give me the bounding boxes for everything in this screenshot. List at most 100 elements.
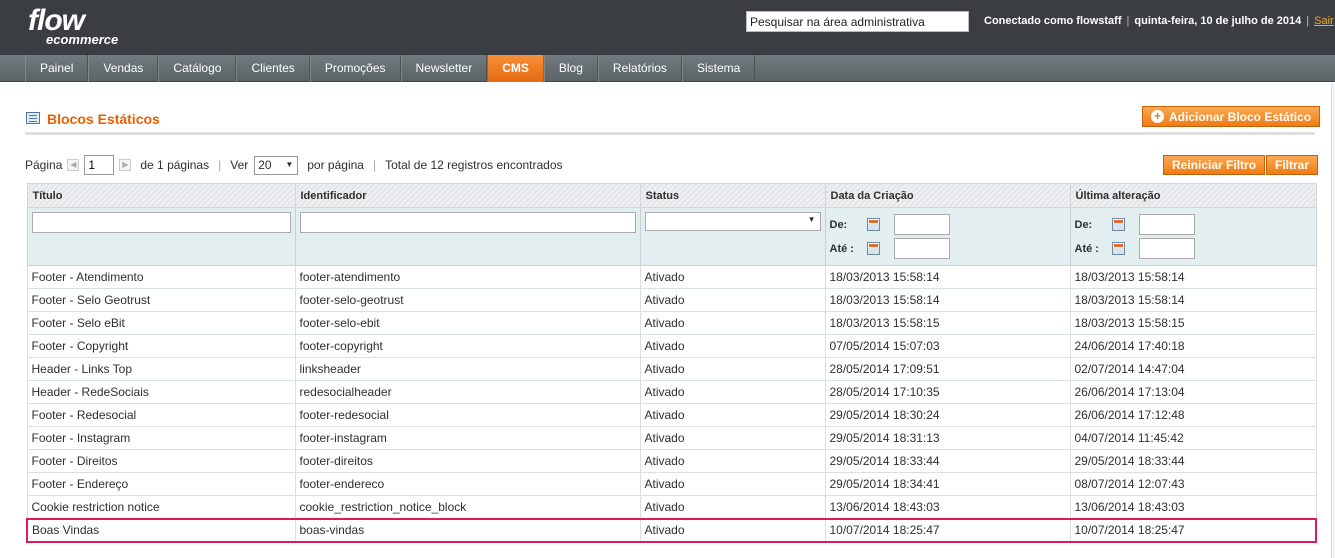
date-to-label: Até : bbox=[829, 242, 854, 255]
created-from-row: De: bbox=[830, 213, 1066, 236]
current-date: quinta-feira, 10 de julho de 2014 bbox=[1134, 15, 1302, 27]
status-filter-select[interactable]: ▼ bbox=[644, 212, 821, 231]
table-row[interactable]: Footer - Selo eBit footer-selo-ebit Ativad… bbox=[26, 311, 1317, 335]
cell-identifier: footer-redesocial bbox=[294, 403, 641, 427]
created-to-input[interactable] bbox=[893, 238, 950, 259]
filter-cell-status: ▼ bbox=[639, 207, 826, 266]
per-page-label: por página bbox=[307, 158, 364, 172]
page-count-text: de 1 páginas bbox=[140, 158, 210, 172]
global-search-input[interactable] bbox=[746, 11, 969, 32]
grid-header-row: Título Identificador Status Data da Cria… bbox=[26, 183, 1317, 208]
calendar-icon[interactable] bbox=[866, 218, 880, 231]
nav-item-painel[interactable]: Painel bbox=[25, 55, 89, 82]
cell-title: Cookie restriction notice bbox=[26, 495, 296, 519]
table-row[interactable]: Footer - Instagram footer-instagram Ativad… bbox=[26, 426, 1317, 450]
grid-filter-row: ▼ De: Até : De: Até: bbox=[26, 207, 1317, 266]
created-to-row: Até : bbox=[830, 237, 1066, 260]
table-row[interactable]: Boas Vindas boas-vindas Ativado 10/07/2014 … bbox=[26, 517, 1317, 543]
column-header-updated[interactable]: Última alteração bbox=[1069, 183, 1317, 208]
cell-created: 07/05/2014 15:07:03 bbox=[824, 334, 1071, 358]
per-page-select[interactable]: 20 ▼ bbox=[254, 155, 299, 175]
cell-updated: 18/03/2013 15:58:14 bbox=[1069, 265, 1317, 289]
cell-created: 10/07/2014 18:25:47 bbox=[824, 517, 1071, 543]
table-row[interactable]: Footer - Selo Geotrust footer-selo-geotru… bbox=[26, 288, 1317, 312]
cell-identifier: footer-instagram bbox=[294, 426, 641, 450]
calendar-icon[interactable] bbox=[1111, 242, 1125, 255]
nav-item-clientes[interactable]: Clientes bbox=[236, 55, 310, 82]
cell-title: Footer - Selo Geotrust bbox=[26, 288, 296, 312]
nav-item-catálogo[interactable]: Catálogo bbox=[158, 55, 237, 82]
nav-item-vendas[interactable]: Vendas bbox=[88, 55, 159, 82]
updated-from-input[interactable] bbox=[1138, 214, 1195, 235]
nav-item-cms[interactable]: CMS bbox=[487, 55, 544, 82]
cell-created: 29/05/2014 18:31:13 bbox=[824, 426, 1071, 450]
table-row[interactable]: Footer - Atendimento footer-atendimento At… bbox=[26, 265, 1317, 289]
cell-updated: 02/07/2014 14:47:04 bbox=[1069, 357, 1317, 381]
cell-created: 18/03/2013 15:58:14 bbox=[824, 288, 1071, 312]
nav-item-promoções[interactable]: Promoções bbox=[309, 55, 401, 82]
filter-button[interactable]: Filtrar bbox=[1266, 155, 1319, 175]
cell-identifier: footer-selo-ebit bbox=[294, 311, 641, 335]
cell-status: Ativado bbox=[639, 426, 826, 450]
table-row[interactable]: Footer - Redesocial footer-redesocial Ativ… bbox=[26, 403, 1317, 427]
cell-updated: 08/07/2014 12:07:43 bbox=[1069, 472, 1317, 496]
table-row[interactable]: Header - Links Top linksheader Ativado 28/0… bbox=[26, 357, 1317, 381]
flow-ecommerce-logo[interactable]: flow ecommerce bbox=[28, 6, 118, 47]
calendar-icon[interactable] bbox=[1111, 218, 1125, 231]
created-from-input[interactable] bbox=[893, 214, 950, 235]
page-heading: Blocos Estáticos + Adicionar Bloco Estát… bbox=[25, 105, 1321, 135]
cell-status: Ativado bbox=[639, 495, 826, 519]
cell-title: Footer - Selo eBit bbox=[26, 311, 296, 335]
separator: | bbox=[372, 158, 377, 172]
total-records-text: Total de 12 registros encontrados bbox=[385, 158, 563, 172]
separator: | bbox=[1126, 15, 1130, 27]
column-header-status[interactable]: Status bbox=[639, 183, 826, 208]
per-page-value: 20 bbox=[258, 157, 272, 172]
header-user-info: Conectado como flowstaff | quinta-feira, 1… bbox=[984, 15, 1334, 27]
page-number-input[interactable] bbox=[84, 155, 115, 175]
date-from-label: De: bbox=[1074, 218, 1093, 231]
cell-created: 28/05/2014 17:09:51 bbox=[824, 357, 1071, 381]
identifier-filter-input[interactable] bbox=[299, 212, 636, 233]
column-header-created[interactable]: Data da Criação bbox=[824, 183, 1071, 208]
nav-item-newsletter[interactable]: Newsletter bbox=[400, 55, 488, 82]
cell-created: 29/05/2014 18:34:41 bbox=[824, 472, 1071, 496]
cell-updated: 26/06/2014 17:13:04 bbox=[1069, 380, 1317, 404]
cell-updated: 26/06/2014 17:12:48 bbox=[1069, 403, 1317, 427]
updated-to-input[interactable] bbox=[1138, 238, 1195, 259]
next-page-icon[interactable]: ▶ bbox=[119, 159, 132, 171]
title-filter-input[interactable] bbox=[31, 212, 291, 233]
column-header-title[interactable]: Título bbox=[26, 183, 296, 208]
nav-item-blog[interactable]: Blog bbox=[543, 55, 598, 82]
calendar-icon[interactable] bbox=[866, 242, 880, 255]
table-row[interactable]: Footer - Direitos footer-direitos Ativado 2… bbox=[26, 449, 1317, 473]
cell-identifier: cookie_restriction_notice_block bbox=[294, 495, 641, 519]
logout-link[interactable]: Sair bbox=[1314, 15, 1334, 27]
previous-page-icon[interactable]: ◀ bbox=[67, 159, 80, 171]
static-blocks-grid: Título Identificador Status Data da Cria… bbox=[26, 183, 1317, 543]
reset-filter-button[interactable]: Reiniciar Filtro bbox=[1163, 155, 1266, 175]
cell-title: Footer - Direitos bbox=[26, 449, 296, 473]
cell-status: Ativado bbox=[639, 472, 826, 496]
pager: Página ◀ ▶ de 1 páginas | Ver 20 ▼ por p… bbox=[25, 154, 563, 176]
cell-title: Header - RedeSociais bbox=[26, 380, 296, 404]
cell-identifier: footer-selo-geotrust bbox=[294, 288, 641, 312]
cell-created: 18/03/2013 15:58:14 bbox=[824, 265, 1071, 289]
filter-cell-identifier bbox=[294, 207, 641, 266]
admin-header: flow ecommerce Conectado como flowstaff |… bbox=[0, 0, 1335, 55]
table-row[interactable]: Footer - Endereço footer-endereco Ativado 2… bbox=[26, 472, 1317, 496]
cell-updated: 10/07/2014 18:25:47 bbox=[1069, 517, 1317, 543]
filter-cell-created: De: Até : bbox=[824, 207, 1071, 266]
page-scrollbar[interactable] bbox=[1331, 83, 1335, 558]
cell-status: Ativado bbox=[639, 403, 826, 427]
table-row[interactable]: Footer - Copyright footer-copyright Ativad… bbox=[26, 334, 1317, 358]
cell-status: Ativado bbox=[639, 334, 826, 358]
cell-created: 28/05/2014 17:10:35 bbox=[824, 380, 1071, 404]
table-row[interactable]: Cookie restriction notice cookie_restrict… bbox=[26, 495, 1317, 519]
updated-to-row: Até : bbox=[1075, 237, 1312, 260]
table-row[interactable]: Header - RedeSociais redesocialheader Ativ… bbox=[26, 380, 1317, 404]
add-static-block-button[interactable]: + Adicionar Bloco Estático bbox=[1142, 106, 1321, 127]
column-header-identifier[interactable]: Identificador bbox=[294, 183, 641, 208]
nav-item-relatórios[interactable]: Relatórios bbox=[597, 55, 682, 82]
nav-item-sistema[interactable]: Sistema bbox=[681, 55, 756, 82]
